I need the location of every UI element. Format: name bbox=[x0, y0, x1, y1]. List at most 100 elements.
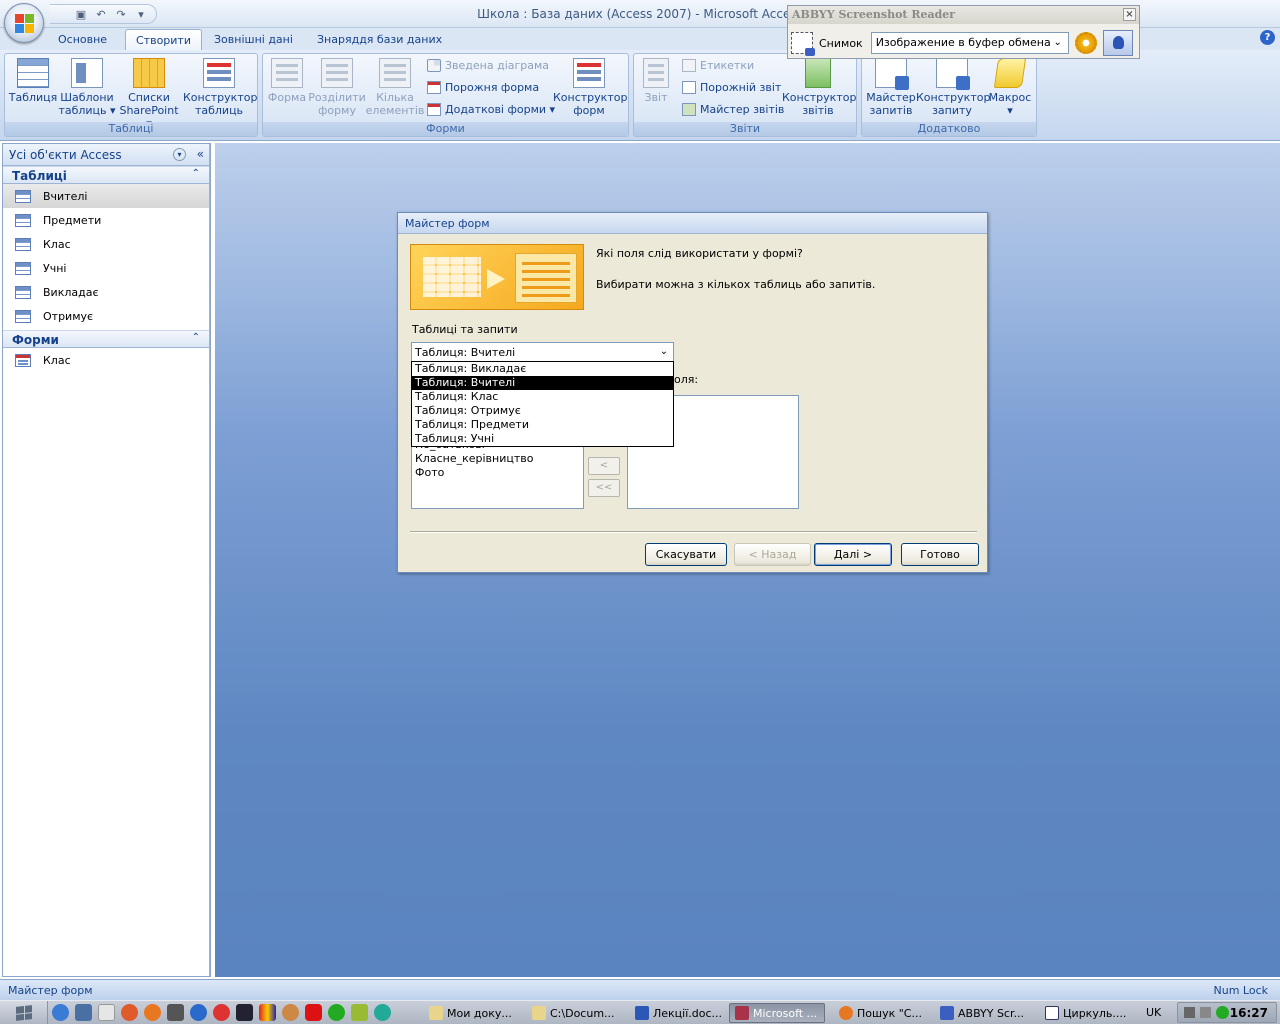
more-forms-button[interactable]: Додаткові форми ▾ bbox=[427, 103, 555, 116]
nav-item-label: Клас bbox=[43, 237, 71, 251]
desktop-icon[interactable] bbox=[75, 1004, 92, 1021]
opera-icon[interactable] bbox=[213, 1004, 230, 1021]
app-icon[interactable] bbox=[351, 1004, 368, 1021]
nav-item-table-receives[interactable]: Отримує bbox=[3, 304, 210, 328]
app-icon[interactable] bbox=[328, 1004, 345, 1021]
remove-field-button[interactable]: < bbox=[588, 457, 620, 475]
chevron-down-icon[interactable]: ▾ bbox=[173, 148, 186, 161]
nav-item-table-class[interactable]: Клас bbox=[3, 232, 210, 256]
table-designer-button[interactable]: Конструктор таблиць bbox=[183, 58, 257, 117]
help-icon[interactable]: ? bbox=[1260, 30, 1275, 45]
nav-group-forms[interactable]: Форми ⌃ bbox=[3, 330, 210, 348]
status-icon[interactable] bbox=[1216, 1006, 1229, 1019]
abbyy-snapshot-button[interactable]: Снимок bbox=[791, 32, 863, 56]
blank-report-button[interactable]: Порожній звіт bbox=[682, 81, 781, 94]
tables-queries-combobox[interactable]: Таблиця: Вчителі ⌄ bbox=[411, 342, 674, 362]
office-button[interactable] bbox=[4, 3, 44, 43]
download-icon[interactable] bbox=[190, 1004, 207, 1021]
app-icon[interactable] bbox=[305, 1004, 322, 1021]
taskbar-item[interactable]: Пошук "C... bbox=[834, 1003, 930, 1023]
nav-header[interactable]: Усі об'єкти Access ▾ « bbox=[3, 144, 210, 166]
media-icon[interactable] bbox=[121, 1004, 138, 1021]
labels-button[interactable]: Етикетки bbox=[682, 59, 754, 72]
form-icon bbox=[271, 58, 303, 88]
form-designer-button[interactable]: Конструктор форм bbox=[553, 58, 627, 117]
table-icon bbox=[15, 285, 31, 299]
gear-icon[interactable] bbox=[1074, 32, 1097, 54]
taskbar-item-active[interactable]: Microsoft ... bbox=[729, 1003, 825, 1023]
query-designer-button[interactable]: Конструктор запиту bbox=[916, 58, 990, 117]
query-wizard-button[interactable]: Майстер запитів bbox=[864, 58, 918, 117]
form-designer-icon bbox=[573, 58, 605, 88]
blank-form-button[interactable]: Порожня форма bbox=[427, 81, 539, 94]
back-button[interactable]: < Назад bbox=[734, 543, 811, 566]
notepad-icon[interactable] bbox=[98, 1004, 115, 1021]
nav-item-table-teachers[interactable]: Вчителі bbox=[3, 184, 210, 208]
start-button[interactable] bbox=[0, 1001, 48, 1024]
next-button[interactable]: Далі > bbox=[814, 543, 892, 566]
app-icon[interactable] bbox=[167, 1004, 184, 1021]
split-form-label-1: Розділити bbox=[308, 91, 366, 104]
dropdown-option[interactable]: Таблиця: Учні bbox=[412, 432, 673, 446]
tab-database-tools[interactable]: Знаряддя бази даних bbox=[307, 29, 452, 50]
taskbar-item[interactable]: ABBYY Scr... bbox=[935, 1003, 1035, 1023]
multiple-items-button[interactable]: Кілька елементів bbox=[365, 58, 425, 117]
nav-group-tables[interactable]: Таблиці ⌃ bbox=[3, 166, 210, 184]
tab-create[interactable]: Створити bbox=[125, 29, 202, 50]
list-item[interactable]: Класне_керівництво bbox=[412, 452, 533, 466]
report-designer-button[interactable]: Конструктор звітів bbox=[782, 58, 856, 117]
macro-more-icon: ▾ bbox=[1007, 104, 1013, 117]
form-designer-label-2: форм bbox=[573, 104, 605, 117]
abbyy-close-button[interactable]: × bbox=[1123, 8, 1136, 21]
table-button[interactable]: Таблиця bbox=[7, 58, 59, 104]
abbyy-target-select[interactable]: Изображение в буфер обмена ⌄ bbox=[870, 32, 1069, 54]
tab-home[interactable]: Основне bbox=[48, 29, 117, 50]
app-icon[interactable] bbox=[374, 1004, 391, 1021]
nav-item-label: Предмети bbox=[43, 213, 102, 227]
pin-icon[interactable] bbox=[1102, 30, 1133, 56]
split-form-button[interactable]: Розділити форму bbox=[307, 58, 367, 117]
sharepoint-lists-button[interactable]: Списки SharePoint ▾ bbox=[115, 58, 183, 130]
dropdown-option[interactable]: Таблиця: Викладає bbox=[412, 362, 673, 376]
language-indicator[interactable]: UK bbox=[1146, 1006, 1161, 1019]
taskbar-item[interactable]: Мои доку... bbox=[424, 1003, 524, 1023]
network-icon[interactable] bbox=[1184, 1007, 1195, 1018]
list-item[interactable]: Фото bbox=[412, 466, 444, 480]
app-icon[interactable] bbox=[282, 1004, 299, 1021]
nav-item-form-class[interactable]: Клас bbox=[3, 348, 210, 372]
cancel-button[interactable]: Скасувати bbox=[645, 543, 727, 566]
pivot-chart-button[interactable]: Зведена діаграма bbox=[427, 59, 549, 72]
tab-external-data[interactable]: Зовнішні дані bbox=[204, 29, 303, 50]
app-icon[interactable] bbox=[259, 1004, 276, 1021]
taskbar-item[interactable]: Циркуль.... bbox=[1040, 1003, 1140, 1023]
ie-icon[interactable] bbox=[52, 1004, 69, 1021]
app-icon[interactable] bbox=[236, 1004, 253, 1021]
collapse-pane-icon[interactable]: « bbox=[197, 147, 204, 161]
taskbar-item-label: ABBYY Scr... bbox=[958, 1006, 1024, 1020]
form-button[interactable]: Форма bbox=[265, 58, 309, 104]
wizard-hint: Вибирати можна з кількох таблиць або зап… bbox=[596, 278, 876, 291]
volume-icon[interactable] bbox=[1200, 1007, 1211, 1018]
nav-item-table-subjects[interactable]: Предмети bbox=[3, 208, 210, 232]
macro-button[interactable]: Макрос ▾ bbox=[986, 58, 1034, 117]
nav-item-table-students[interactable]: Учні bbox=[3, 256, 210, 280]
dropdown-option[interactable]: Таблиця: Клас bbox=[412, 390, 673, 404]
nav-item-table-teaches[interactable]: Викладає bbox=[3, 280, 210, 304]
dropdown-option[interactable]: Таблиця: Предмети bbox=[412, 418, 673, 432]
remove-all-fields-button[interactable]: << bbox=[588, 479, 620, 497]
dropdown-option[interactable]: Таблиця: Отримує bbox=[412, 404, 673, 418]
taskbar-item[interactable]: Лекції.doc... bbox=[630, 1003, 726, 1023]
finish-button[interactable]: Готово bbox=[901, 543, 979, 566]
table-templates-icon bbox=[71, 58, 103, 88]
table-templates-button[interactable]: Шаблони таблиць ▾ bbox=[57, 58, 117, 117]
chevron-down-icon[interactable]: ⌄ bbox=[656, 344, 672, 360]
taskbar-item[interactable]: C:\Docum... bbox=[527, 1003, 627, 1023]
labels-label: Етикетки bbox=[700, 59, 755, 72]
firefox-icon[interactable] bbox=[144, 1004, 161, 1021]
report-button[interactable]: Звіт bbox=[638, 58, 674, 104]
clock[interactable]: 16:27 bbox=[1230, 1006, 1268, 1020]
taskbar-item-label: Лекції.doc... bbox=[653, 1006, 723, 1020]
system-tray: 16:27 bbox=[1177, 1002, 1277, 1023]
report-wizard-button[interactable]: Майстер звітів bbox=[682, 103, 784, 116]
dropdown-option-selected[interactable]: Таблиця: Вчителі bbox=[412, 376, 673, 390]
